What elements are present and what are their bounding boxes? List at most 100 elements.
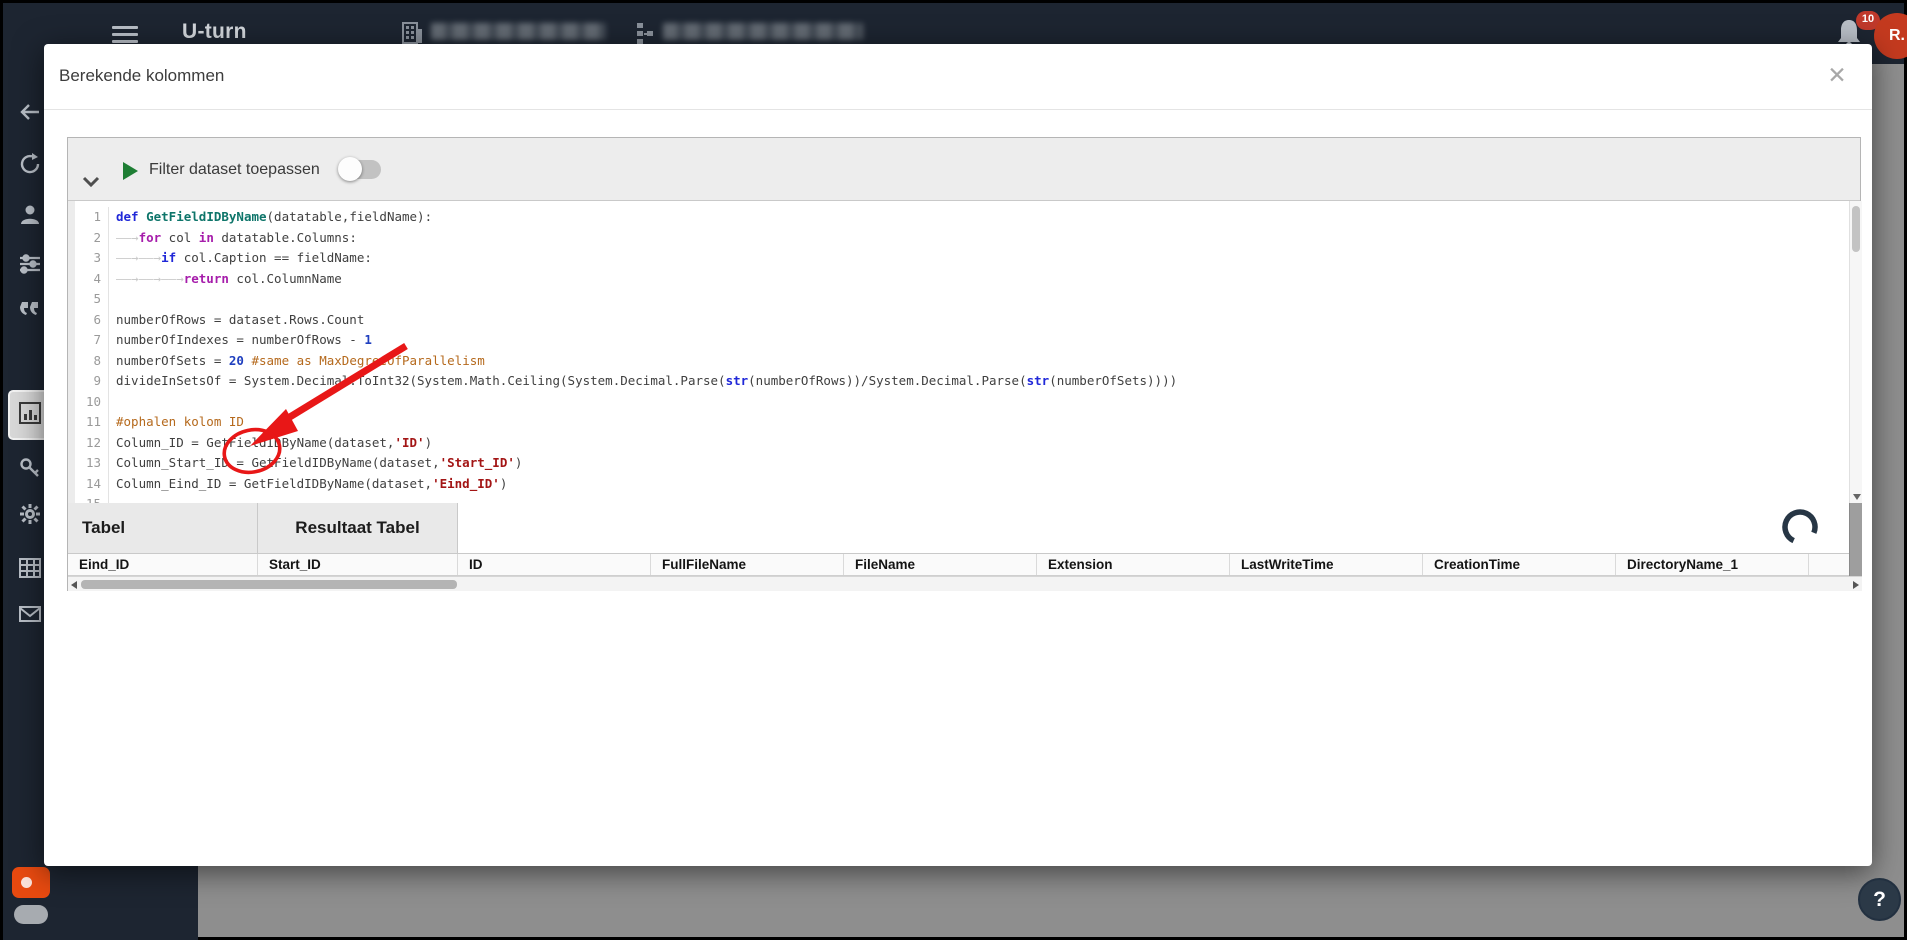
- column-header-lastwritetime[interactable]: LastWriteTime: [1230, 554, 1423, 575]
- column-header-filename[interactable]: FileName: [844, 554, 1037, 575]
- sitemap-icon: [635, 21, 655, 45]
- code-segment: ——→——→: [116, 250, 161, 265]
- code-segment: GetFieldIDByName: [146, 209, 266, 224]
- column-header-extension[interactable]: Extension: [1037, 554, 1230, 575]
- code-segment: Column_Eind_ID = GetFieldIDByName(datase…: [116, 476, 432, 491]
- code-line: 15: [75, 494, 1177, 503]
- code-segment: #same as MaxDegreeOfParallelism: [251, 353, 484, 368]
- avatar[interactable]: R.: [1874, 13, 1907, 59]
- redacted-tab-company[interactable]: [431, 23, 606, 40]
- code-segment: ——→: [116, 230, 139, 245]
- line-number: 1: [75, 207, 109, 228]
- code-segment: #ophalen kolom ID: [116, 414, 244, 429]
- fold-gutter: [68, 201, 75, 503]
- column-header-eind_id[interactable]: Eind_ID: [68, 554, 258, 575]
- code-segment: divideInSetsOf = System.Decimal.ToInt32(…: [116, 373, 726, 388]
- modal-title: Berekende kolommen: [59, 66, 224, 86]
- close-icon[interactable]: ✕: [1822, 60, 1852, 90]
- code-line: 6 numberOfRows = dataset.Rows.Count: [75, 310, 1177, 331]
- code-segment: ): [425, 435, 433, 450]
- key-icon[interactable]: [18, 456, 42, 480]
- code-segment: 20: [229, 353, 244, 368]
- table-icon[interactable]: [18, 556, 42, 580]
- code-line: 12Column_ID = GetFieldIDByName(dataset,'…: [75, 433, 1177, 454]
- code-line: 14 Column_Eind_ID = GetFieldIDByName(data…: [75, 474, 1177, 495]
- line-number: 15: [75, 494, 109, 503]
- code-segment: 1: [364, 332, 372, 347]
- code-segment: (numberOfRows))/System.Decimal.Parse(: [748, 373, 1026, 388]
- sliders-icon[interactable]: [18, 252, 42, 276]
- horizontal-scrollbar[interactable]: [68, 576, 1862, 591]
- code-vertical-scrollbar[interactable]: [1849, 201, 1862, 503]
- code-segment: return: [184, 271, 229, 286]
- column-header-id[interactable]: ID: [458, 554, 651, 575]
- code-segment: ): [515, 455, 523, 470]
- code-segment: ——→——→——→: [116, 271, 184, 286]
- column-header-directoryname_1[interactable]: DirectoryName_1: [1616, 554, 1809, 575]
- line-number: 14: [75, 474, 109, 495]
- code-segment: 'Start_ID': [440, 455, 515, 470]
- user-icon[interactable]: [18, 202, 42, 226]
- column-header-fullfilename[interactable]: FullFileName: [651, 554, 844, 575]
- code-lines: 1def GetFieldIDByName(datatable,fieldNam…: [75, 207, 1177, 503]
- line-number: 9: [75, 371, 109, 392]
- redacted-tab-product[interactable]: [663, 23, 863, 40]
- gear-icon[interactable]: [18, 502, 42, 526]
- code-segment: Column_Start_ID = GetFieldIDByName(datas…: [116, 455, 440, 470]
- code-line: 7numberOfIndexes = numberOfRows - 1: [75, 330, 1177, 351]
- grid-vertical-scrollbar[interactable]: [1849, 503, 1862, 576]
- code-line: 10: [75, 392, 1177, 413]
- toggle-knob: [338, 157, 362, 181]
- code-line: 8 numberOfSets = 20 #same as MaxDegreeOfP…: [75, 351, 1177, 372]
- mail-icon[interactable]: [18, 602, 42, 626]
- scroll-left-arrow[interactable]: [71, 581, 77, 589]
- overlay-toggle[interactable]: [14, 905, 48, 924]
- scrollbar-thumb[interactable]: [1852, 206, 1860, 252]
- code-segment: datatable.Columns:: [214, 230, 357, 245]
- code-segment: Column_ID = GetFieldIDByName(dataset,: [116, 435, 394, 450]
- quote-icon[interactable]: [18, 296, 42, 320]
- line-number: 12: [75, 433, 109, 454]
- scroll-right-arrow[interactable]: [1853, 581, 1859, 589]
- code-line: 1def GetFieldIDByName(datatable,fieldNam…: [75, 207, 1177, 228]
- line-number: 11: [75, 412, 109, 433]
- code-line: 9 divideInSetsOf = System.Decimal.ToInt32…: [75, 371, 1177, 392]
- column-header-start_id[interactable]: Start_ID: [258, 554, 458, 575]
- code-segment: numberOfSets =: [116, 353, 229, 368]
- column-header-creationtime[interactable]: CreationTime: [1423, 554, 1616, 575]
- table-header-row: Eind_IDStart_IDIDFullFileNameFileNameExt…: [68, 554, 1849, 576]
- line-number: 8: [75, 351, 109, 372]
- code-line: 2——→for col in datatable.Columns:: [75, 228, 1177, 249]
- code-segment: if: [161, 250, 176, 265]
- code-segment: col.Caption == fieldName:: [176, 250, 372, 265]
- filter-dataset-toggle[interactable]: [341, 160, 381, 179]
- code-segment: for: [139, 230, 162, 245]
- code-segment: ): [500, 476, 508, 491]
- code-segment: def: [116, 209, 139, 224]
- scroll-down-arrow[interactable]: [1853, 494, 1861, 500]
- chevron-down-icon[interactable]: [82, 176, 100, 188]
- code-segment: str: [1027, 373, 1050, 388]
- tab-resultaat-tabel[interactable]: Resultaat Tabel: [258, 503, 458, 553]
- code-segment: numberOfRows = dataset.Rows.Count: [116, 312, 364, 327]
- screen: U-turn 10: [0, 0, 1907, 940]
- tab-tabel[interactable]: Tabel: [68, 503, 258, 553]
- modal-berekende-kolommen: Berekende kolommen ✕ Filter dataset toep…: [44, 44, 1872, 866]
- code-editor[interactable]: 1def GetFieldIDByName(datatable,fieldNam…: [68, 201, 1849, 503]
- line-number: 6: [75, 310, 109, 331]
- code-segment: str: [726, 373, 749, 388]
- help-button[interactable]: ?: [1858, 878, 1901, 921]
- code-segment: [139, 209, 147, 224]
- recording-widget-button[interactable]: [12, 867, 50, 898]
- line-number: 10: [75, 392, 109, 413]
- refresh-icon[interactable]: [18, 152, 42, 176]
- code-line: 4——→——→——→return col.ColumnName: [75, 269, 1177, 290]
- code-segment: col: [161, 230, 199, 245]
- line-number: 5: [75, 289, 109, 310]
- hamburger-menu-icon[interactable]: [112, 26, 138, 44]
- run-play-icon[interactable]: [123, 162, 138, 180]
- back-arrow-icon[interactable]: [18, 100, 42, 124]
- scrollbar-thumb[interactable]: [81, 580, 457, 589]
- code-segment: numberOfIndexes = numberOfRows -: [116, 332, 364, 347]
- divider: [44, 109, 1872, 110]
